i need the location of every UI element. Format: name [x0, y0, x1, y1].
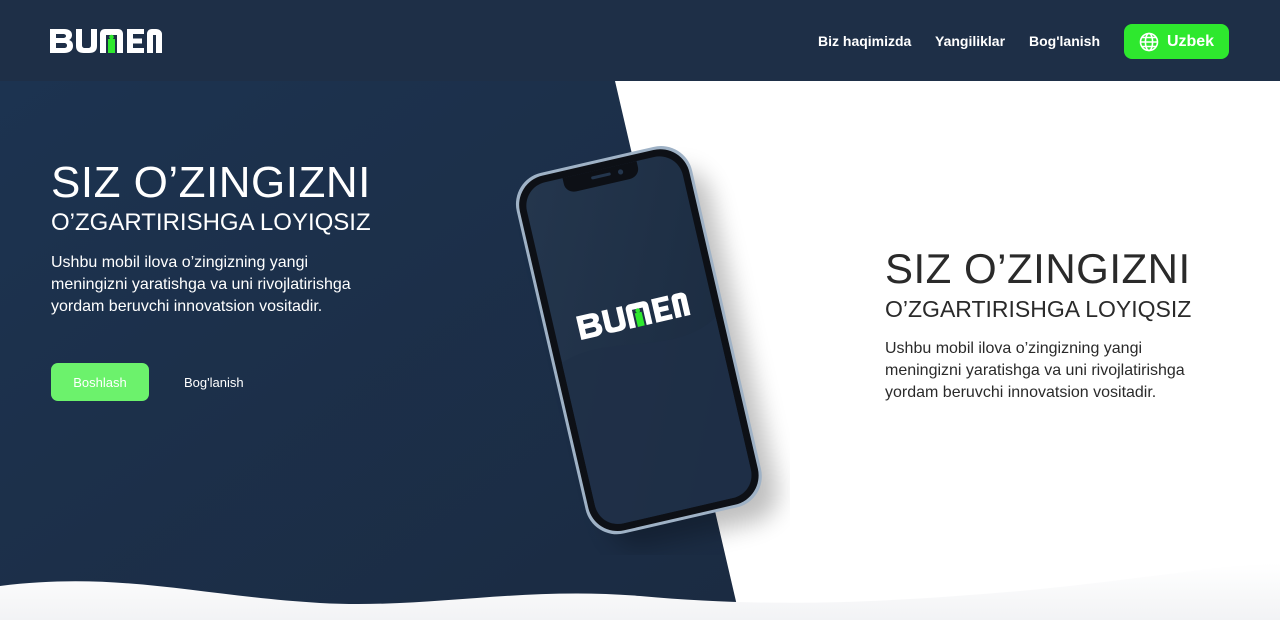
language-label: Uzbek: [1166, 32, 1215, 50]
nav-link-about[interactable]: Biz haqimizda: [818, 33, 911, 49]
hero-subtitle: O’ZGARTIRISHGA LOYIQSIZ: [51, 209, 371, 236]
bumen-logo-icon: [50, 29, 162, 53]
phone-mockup-image: [515, 146, 778, 548]
hero-right-subtitle: O’ZGARTIRISHGA LOYIQSIZ: [885, 296, 1192, 322]
hero-right-content: SIZ O’ZINGIZNI O’ZGARTIRISHGA LOYIQSIZ U…: [885, 246, 1215, 404]
hero-left-content: SIZ O’ZINGIZNI O’ZGARTIRISHGA LOYIQSIZ U…: [51, 160, 381, 318]
contact-link[interactable]: Bog'lanish: [184, 375, 244, 390]
globe-icon: [1139, 32, 1159, 51]
brand-logo[interactable]: [50, 26, 162, 56]
nav-link-news[interactable]: Yangiliklar: [935, 33, 1005, 49]
nav-link-contact[interactable]: Bog'lanish: [1029, 33, 1100, 49]
hero-right-description: Ushbu mobil ilova o’zingizning yangi men…: [885, 340, 1185, 401]
language-selector-button[interactable]: Uzbek: [1124, 24, 1229, 59]
top-navigation-bar: Biz haqimizda Yangiliklar Bog'lanish Uzb…: [0, 0, 1280, 81]
hero-title: SIZ O’ZINGIZNI: [51, 158, 371, 207]
start-button[interactable]: Boshlash: [51, 363, 149, 401]
hero-description: Ushbu mobil ilova o’zingizning yangi men…: [51, 254, 351, 315]
hero-right-title: SIZ O’ZINGIZNI: [885, 245, 1191, 292]
